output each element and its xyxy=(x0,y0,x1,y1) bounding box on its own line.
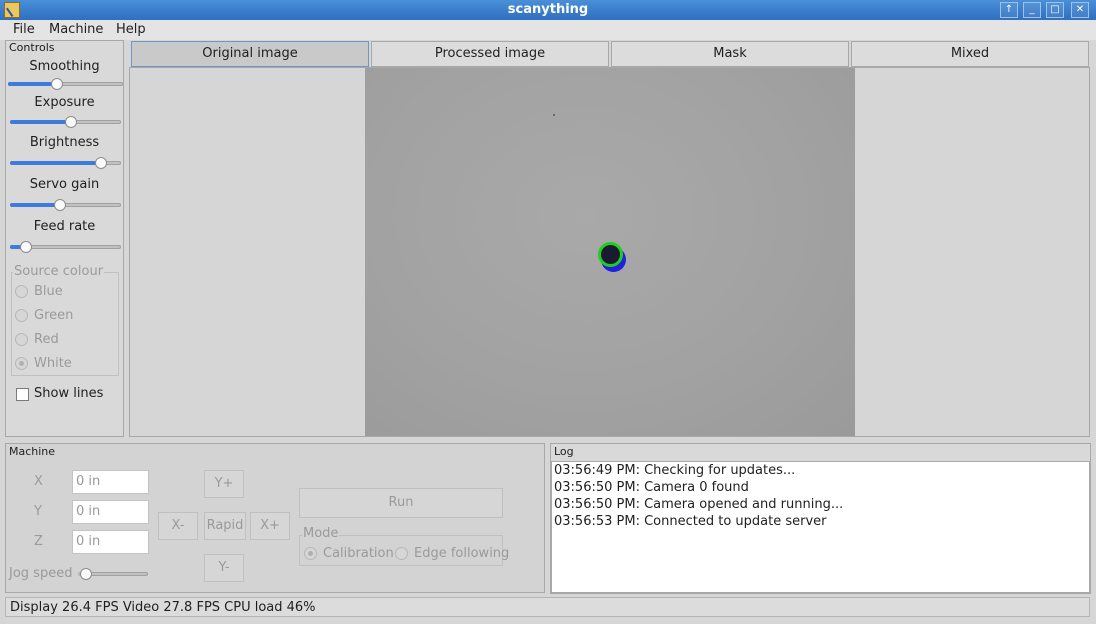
log-output[interactable]: 03:56:49 PM: Checking for updates... 03:… xyxy=(551,461,1090,593)
tracked-spot-marker xyxy=(598,242,623,267)
show-lines-label: Show lines xyxy=(34,386,104,401)
controls-panel: Controls Smoothing Exposure Brightness S… xyxy=(5,40,124,437)
radio-edge-following-label: Edge following xyxy=(414,546,510,561)
tab-processed-image[interactable]: Processed image xyxy=(371,41,609,67)
y-label: Y xyxy=(34,504,42,519)
close-icon[interactable]: ✕ xyxy=(1071,2,1089,18)
smoothing-slider[interactable] xyxy=(8,78,123,90)
dust-speck xyxy=(553,114,555,116)
rapid-button[interactable]: Rapid xyxy=(204,512,246,540)
x-minus-button[interactable]: X- xyxy=(158,512,198,540)
z-position-field[interactable]: 0 in xyxy=(72,530,149,554)
controls-title: Controls xyxy=(9,41,55,54)
menu-help[interactable]: Help xyxy=(116,22,146,37)
log-line: 03:56:50 PM: Camera opened and running..… xyxy=(554,497,844,512)
slider-handle[interactable] xyxy=(53,199,66,211)
radio-red[interactable] xyxy=(15,333,28,346)
menu-machine[interactable]: Machine xyxy=(49,22,103,37)
brightness-slider[interactable] xyxy=(10,157,121,169)
feed-rate-slider[interactable] xyxy=(10,241,121,253)
tab-mixed[interactable]: Mixed xyxy=(851,41,1089,67)
log-title: Log xyxy=(554,445,574,458)
minimize-icon[interactable]: _ xyxy=(1023,2,1041,18)
exposure-label: Exposure xyxy=(34,95,95,110)
y-minus-button[interactable]: Y- xyxy=(204,554,244,582)
exposure-slider[interactable] xyxy=(10,116,121,128)
log-line: 03:56:50 PM: Camera 0 found xyxy=(554,480,749,495)
radio-calibration-label: Calibration xyxy=(323,546,394,561)
window-title: scanything xyxy=(507,2,589,17)
x-label: X xyxy=(34,474,43,489)
maximize-icon[interactable]: □ xyxy=(1046,2,1064,18)
z-label: Z xyxy=(34,534,43,549)
menu-bar: File Machine Help xyxy=(0,20,1096,40)
radio-white-label: White xyxy=(34,356,72,371)
radio-blue-label: Blue xyxy=(34,284,63,299)
show-lines-checkbox[interactable] xyxy=(16,388,29,401)
x-plus-button[interactable]: X+ xyxy=(250,512,290,540)
radio-white[interactable] xyxy=(15,357,28,370)
brightness-label: Brightness xyxy=(29,135,100,150)
run-button[interactable]: Run xyxy=(299,488,503,518)
radio-red-label: Red xyxy=(34,332,59,347)
menu-file[interactable]: File xyxy=(13,22,35,37)
status-bar: Display 26.4 FPS Video 27.8 FPS CPU load… xyxy=(5,597,1090,617)
log-line: 03:56:53 PM: Connected to update server xyxy=(554,514,827,529)
y-plus-button[interactable]: Y+ xyxy=(204,470,244,498)
smoothing-label: Smoothing xyxy=(29,59,100,74)
servo-gain-label: Servo gain xyxy=(29,177,100,192)
x-position-field[interactable]: 0 in xyxy=(72,470,149,494)
machine-title: Machine xyxy=(9,445,56,458)
jog-speed-slider[interactable] xyxy=(78,568,148,580)
camera-image xyxy=(365,68,855,436)
slider-handle[interactable] xyxy=(95,157,108,169)
radio-calibration[interactable] xyxy=(304,547,317,560)
feed-rate-label: Feed rate xyxy=(33,219,96,234)
slider-handle[interactable] xyxy=(80,568,93,580)
slider-handle[interactable] xyxy=(65,116,78,128)
jog-speed-label: Jog speed xyxy=(9,566,73,581)
slider-handle[interactable] xyxy=(19,241,32,253)
source-colour-title: Source colour xyxy=(13,264,105,279)
tab-original-image[interactable]: Original image xyxy=(131,41,369,67)
radio-green-label: Green xyxy=(34,308,74,323)
servo-gain-slider[interactable] xyxy=(10,199,121,211)
keep-above-icon[interactable]: ↑ xyxy=(1000,2,1018,18)
radio-blue[interactable] xyxy=(15,285,28,298)
radio-green[interactable] xyxy=(15,309,28,322)
title-bar: scanything ↑ _ □ ✕ xyxy=(0,0,1096,20)
radio-edge-following[interactable] xyxy=(395,547,408,560)
tab-mask[interactable]: Mask xyxy=(611,41,849,67)
slider-handle[interactable] xyxy=(51,78,64,90)
log-line: 03:56:49 PM: Checking for updates... xyxy=(554,463,796,478)
y-position-field[interactable]: 0 in xyxy=(72,500,149,524)
mode-title: Mode xyxy=(302,526,340,541)
